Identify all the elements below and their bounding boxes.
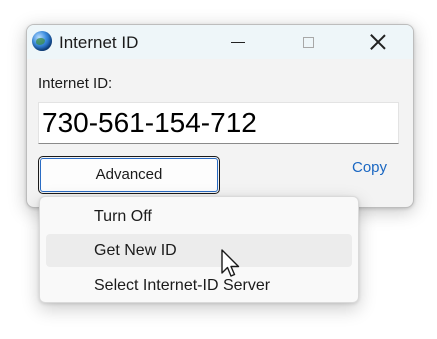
- copy-link[interactable]: Copy: [352, 159, 387, 176]
- advanced-dropdown-menu: Turn Off Get New ID Select Internet-ID S…: [39, 196, 359, 303]
- maximize-icon: [302, 36, 314, 48]
- minimize-icon: [231, 41, 245, 43]
- title-bar[interactable]: Internet ID: [27, 25, 413, 59]
- menu-item-get-new-id[interactable]: Get New ID: [46, 234, 352, 267]
- close-icon: [369, 33, 387, 51]
- internet-id-window: Internet ID Internet ID: 730-561-154-712…: [26, 24, 414, 208]
- internet-id-label: Internet ID:: [38, 75, 113, 92]
- window-title: Internet ID: [59, 33, 139, 52]
- advanced-button[interactable]: Advanced: [38, 156, 220, 194]
- globe-icon: [32, 31, 52, 51]
- menu-item-select-server[interactable]: Select Internet-ID Server: [46, 269, 352, 302]
- close-button[interactable]: [355, 25, 401, 59]
- minimize-button[interactable]: [215, 25, 261, 59]
- internet-id-field[interactable]: 730-561-154-712: [38, 102, 399, 144]
- mouse-pointer-icon: [221, 249, 240, 277]
- screen: Internet ID Internet ID: 730-561-154-712…: [0, 0, 437, 339]
- maximize-button[interactable]: [285, 25, 331, 59]
- menu-item-turn-off[interactable]: Turn Off: [46, 200, 352, 233]
